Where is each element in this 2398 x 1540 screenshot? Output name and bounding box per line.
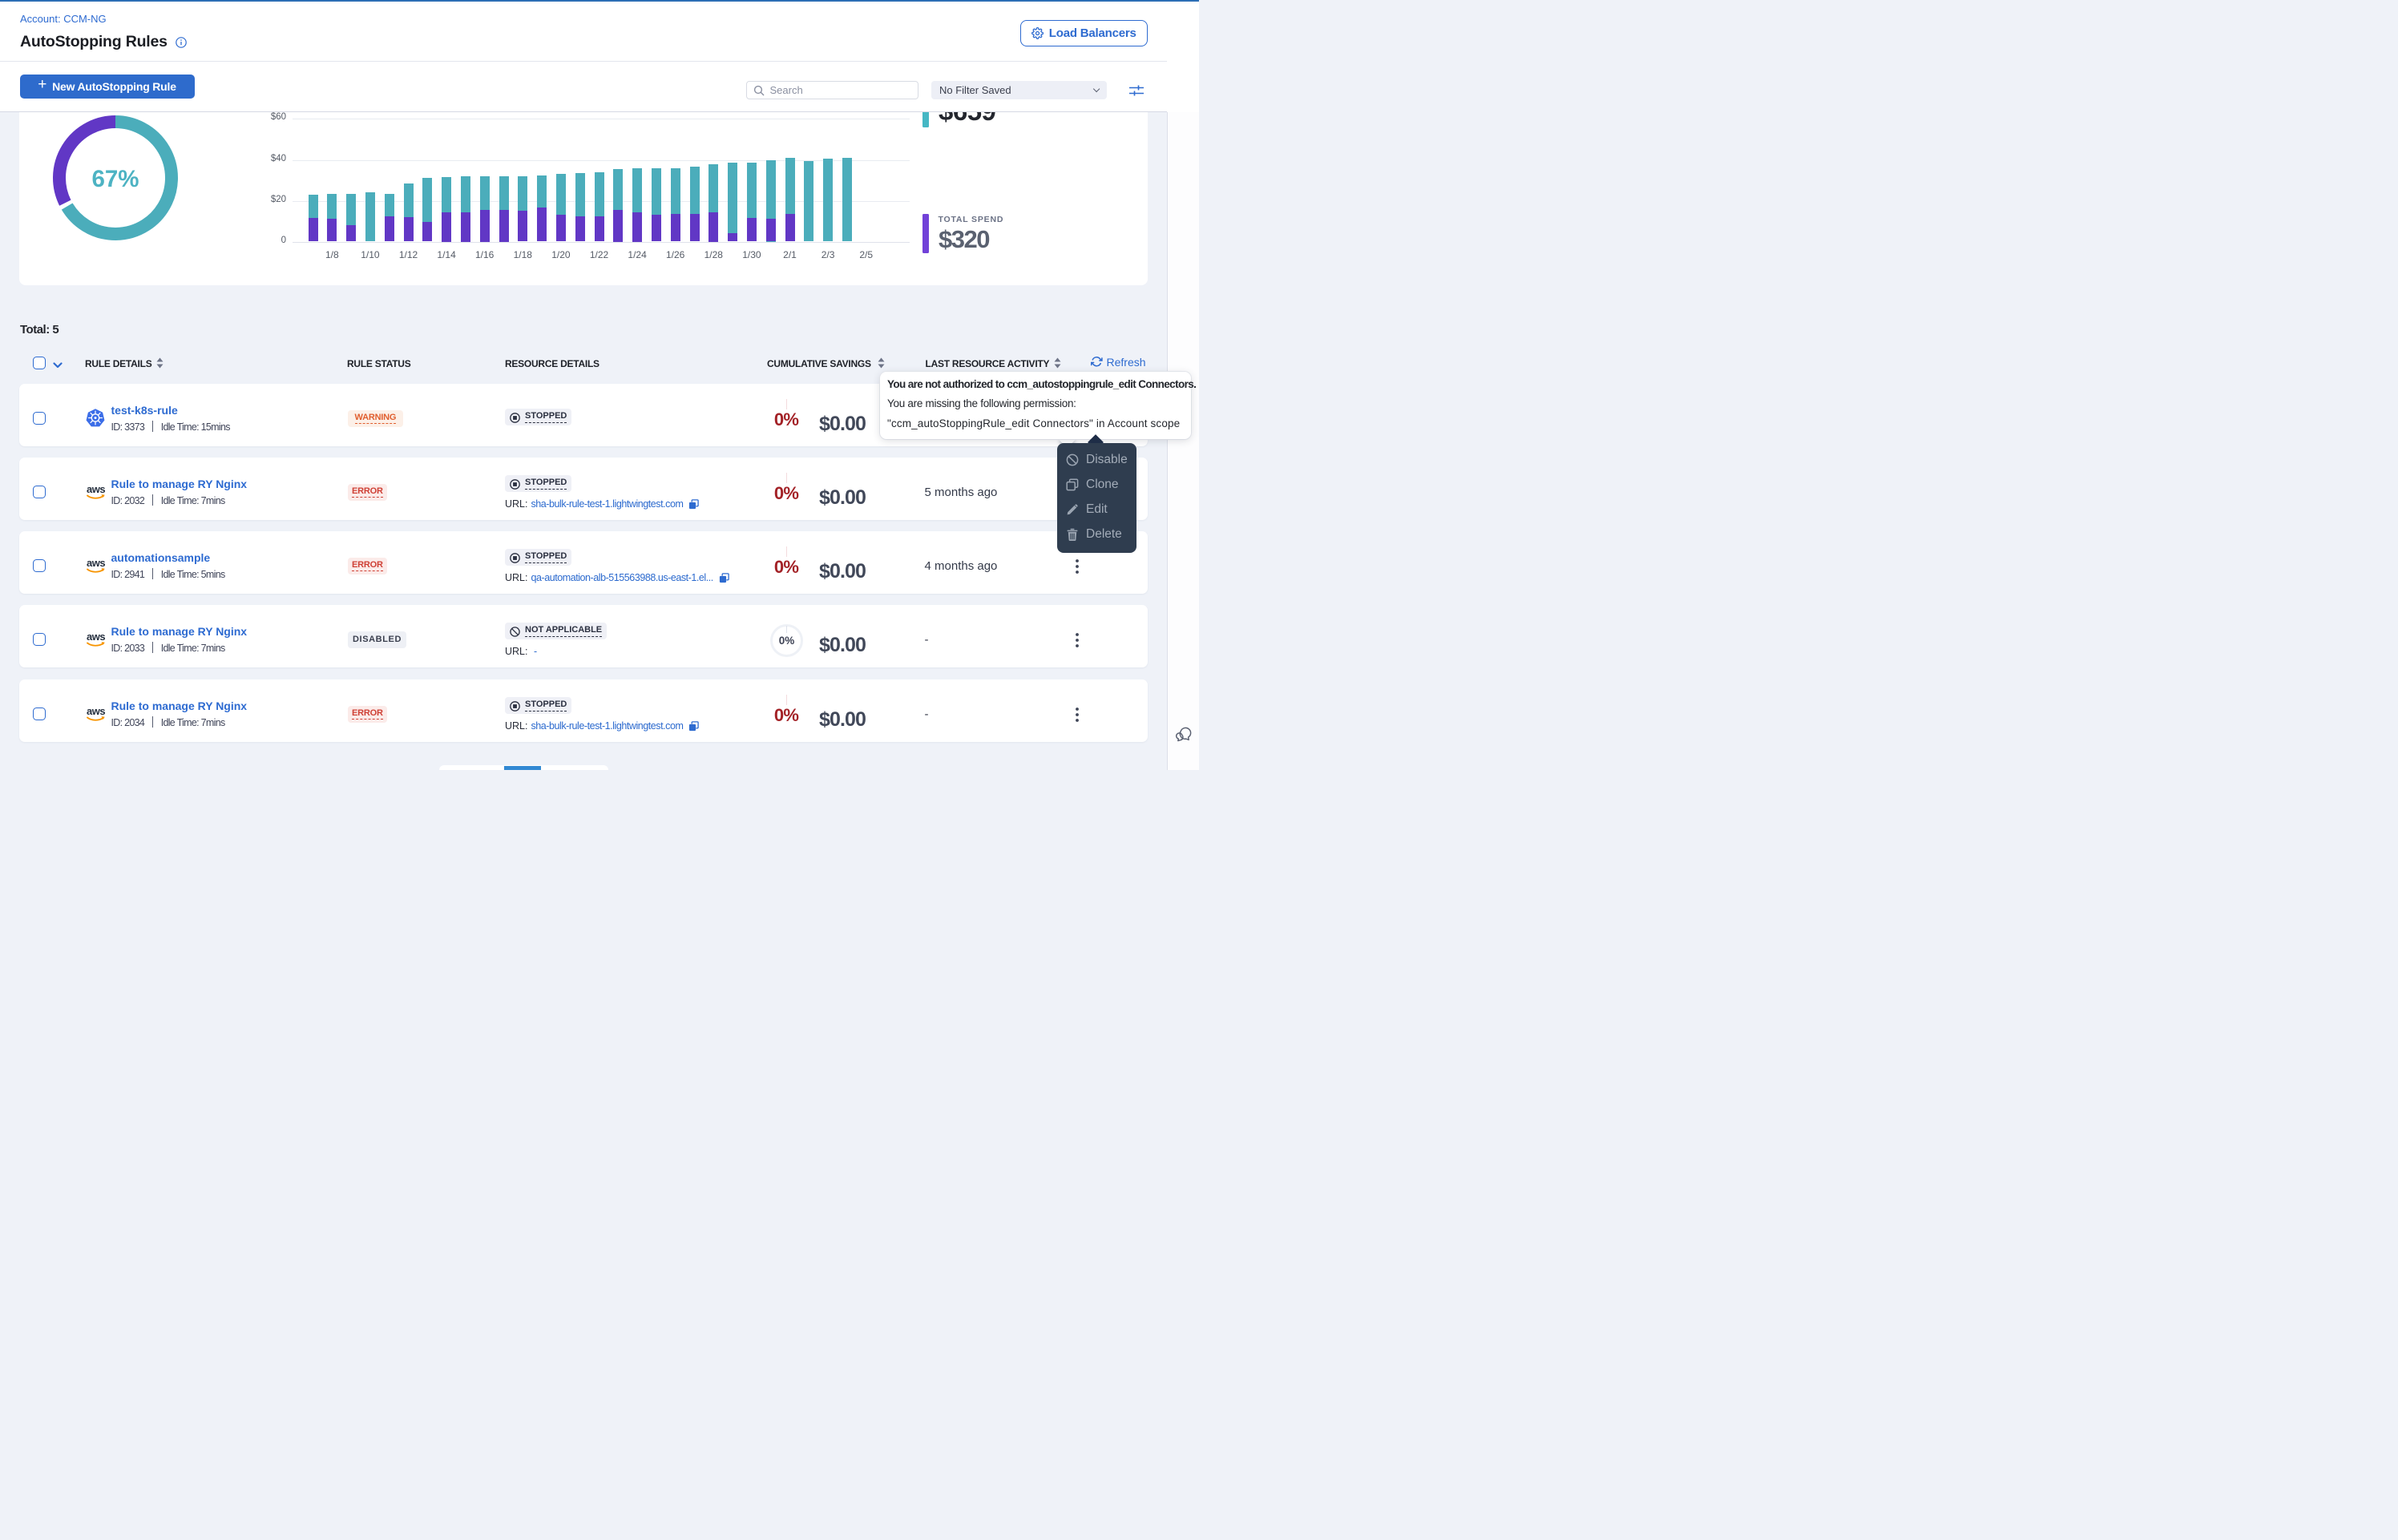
svg-text:aws: aws bbox=[87, 557, 105, 569]
svg-text:67%: 67% bbox=[91, 166, 139, 192]
svg-text:aws: aws bbox=[87, 483, 105, 495]
svg-text:aws: aws bbox=[87, 631, 105, 643]
svg-text:aws: aws bbox=[87, 705, 105, 717]
